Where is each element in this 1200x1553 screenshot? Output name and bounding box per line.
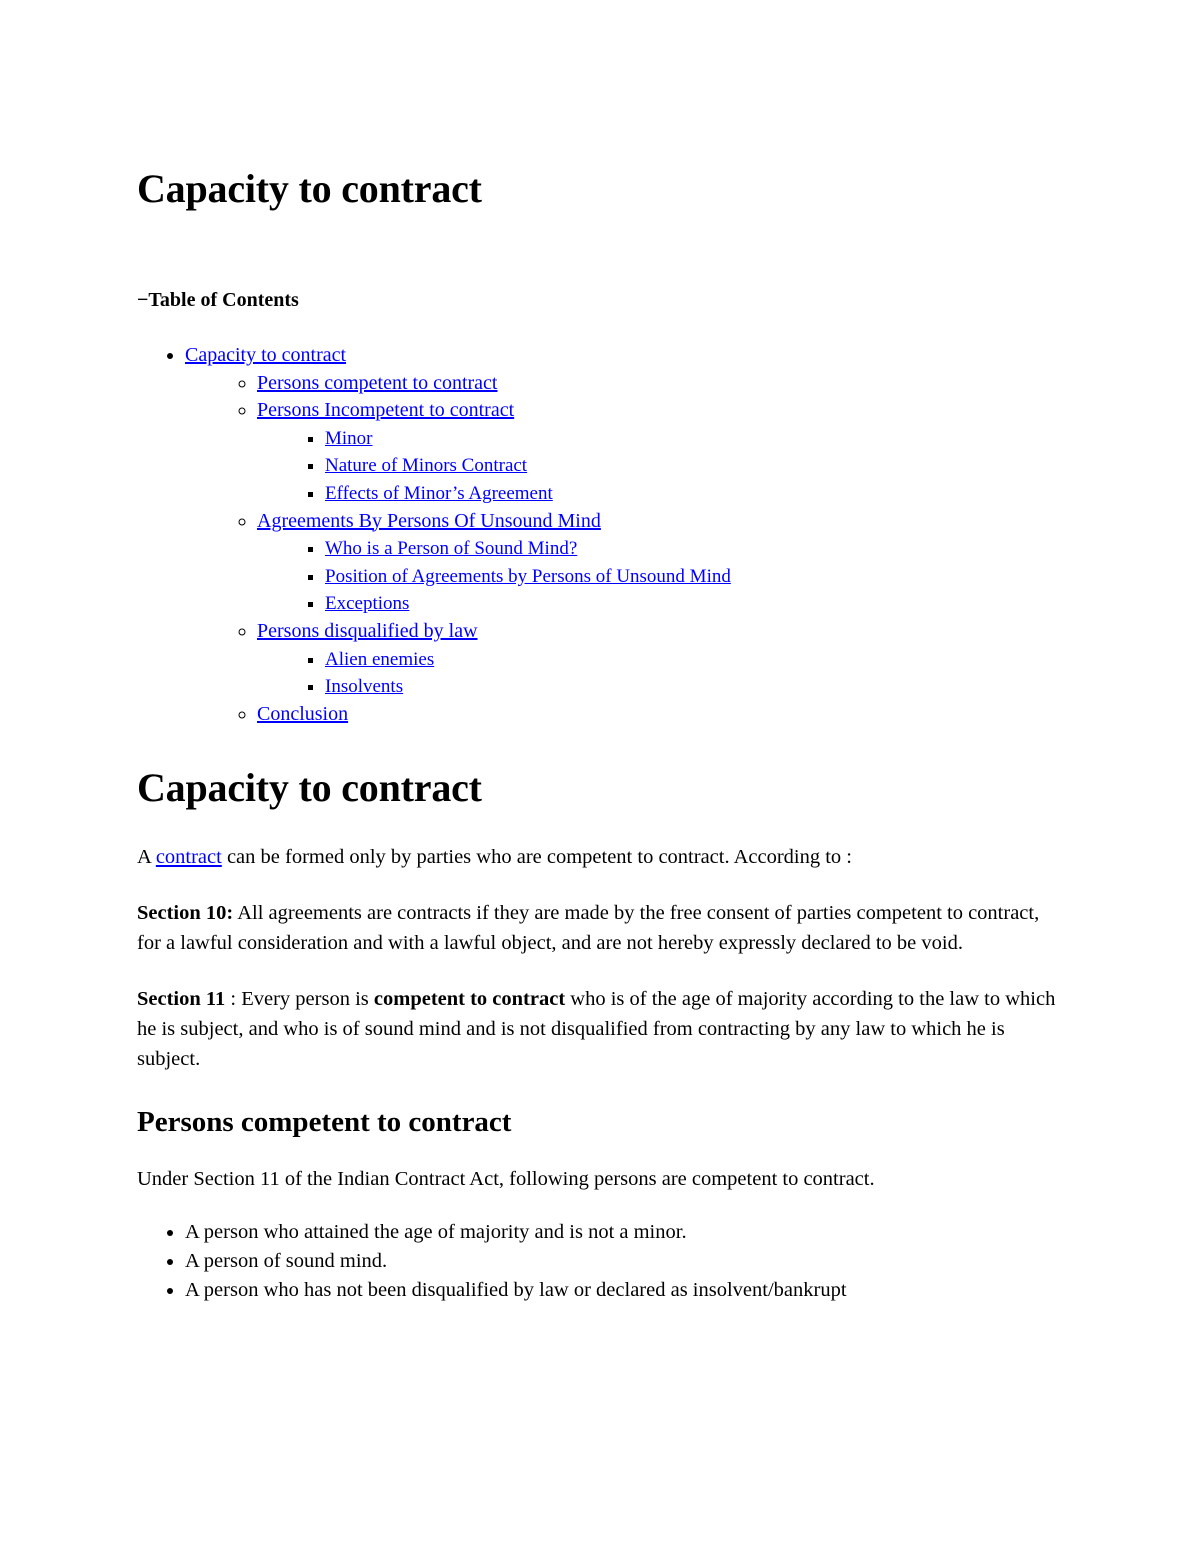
page-title: Capacity to contract — [137, 166, 482, 211]
competent-persons-list: A person who attained the age of majorit… — [137, 1194, 1062, 1305]
document-content: Capacity to contract −Table of Contents … — [137, 0, 1062, 1305]
section-heading-persons-competent-to-contract: Persons competent to contract — [137, 1106, 512, 1139]
intro-text-before-link: A — [137, 846, 156, 869]
toc-level-3-list-disqualified: Alien enemies Insolvents — [257, 646, 1062, 701]
toc-item-agreements-by-persons-of-unsound-mind: Agreements By Persons Of Unsound Mind Wh… — [257, 508, 1062, 618]
section-10-text: All agreements are contracts if they are… — [137, 902, 1040, 955]
section-10-label: Section 10: — [137, 902, 234, 925]
toc-item-position-of-agreements-by-persons-of-unsound-mind: Position of Agreements by Persons of Uns… — [325, 563, 1062, 591]
toc-link-who-is-a-person-of-sound-mind[interactable]: Who is a Person of Sound Mind? — [325, 538, 577, 559]
toc-item-effects-of-minors-agreement: Effects of Minor’s Agreement — [325, 480, 1062, 508]
toc-link-conclusion[interactable]: Conclusion — [257, 703, 348, 725]
toc-item-persons-disqualified-by-law: Persons disqualified by law Alien enemie… — [257, 618, 1062, 701]
toc-item-persons-incompetent-to-contract: Persons Incompetent to contract Minor Na… — [257, 397, 1062, 507]
toc-level-2-list: Persons competent to contract Persons In… — [185, 370, 1062, 729]
paragraph-competent-intro: Under Section 11 of the Indian Contract … — [137, 1167, 875, 1190]
toc-heading-label: Table of Contents — [148, 289, 299, 311]
toc-collapse-toggle-icon[interactable]: − — [137, 288, 148, 312]
intro-text-after-link: can be formed only by parties who are co… — [221, 846, 852, 869]
section-11-emphasis: competent to contract — [373, 988, 566, 1011]
toc-item-persons-competent-to-contract: Persons competent to contract — [257, 370, 1062, 398]
toc-link-exceptions[interactable]: Exceptions — [325, 593, 409, 614]
toc-item-capacity-to-contract: Capacity to contract Persons competent t… — [185, 342, 1062, 728]
section-heading-capacity-to-contract: Capacity to contract — [137, 765, 482, 811]
paragraph-section-11: Section 11 : Every person is competent t… — [137, 958, 1062, 1074]
toc-item-nature-of-minors-contract: Nature of Minors Contract — [325, 452, 1062, 480]
toc-item-exceptions: Exceptions — [325, 590, 1062, 618]
toc-link-alien-enemies[interactable]: Alien enemies — [325, 649, 434, 670]
toc-link-nature-of-minors-contract[interactable]: Nature of Minors Contract — [325, 455, 527, 476]
list-item: A person who has not been disqualified b… — [185, 1276, 1062, 1305]
toc-item-insolvents: Insolvents — [325, 673, 1062, 701]
list-item: A person of sound mind. — [185, 1247, 1062, 1276]
toc-link-insolvents[interactable]: Insolvents — [325, 676, 403, 697]
inline-link-contract[interactable]: contract — [156, 846, 222, 868]
paragraph-section-10: Section 10: All agreements are contracts… — [137, 872, 1062, 958]
toc-level-1-list: Capacity to contract Persons competent t… — [137, 312, 1062, 728]
document-page: Capacity to contract −Table of Contents … — [0, 0, 1200, 1553]
section-11-label: Section 11 — [137, 988, 226, 1011]
toc-item-alien-enemies: Alien enemies — [325, 646, 1062, 674]
toc-link-persons-disqualified-by-law[interactable]: Persons disqualified by law — [257, 620, 478, 642]
toc-link-agreements-by-persons-of-unsound-mind[interactable]: Agreements By Persons Of Unsound Mind — [257, 510, 601, 532]
toc-link-position-of-agreements-by-persons-of-unsound-mind[interactable]: Position of Agreements by Persons of Uns… — [325, 566, 731, 587]
toc-link-persons-incompetent-to-contract[interactable]: Persons Incompetent to contract — [257, 399, 514, 421]
toc-link-minor[interactable]: Minor — [325, 428, 373, 449]
toc-level-3-list-unsound-mind: Who is a Person of Sound Mind? Position … — [257, 535, 1062, 618]
toc-link-capacity-to-contract[interactable]: Capacity to contract — [185, 344, 346, 366]
toc-link-effects-of-minors-agreement[interactable]: Effects of Minor’s Agreement — [325, 483, 553, 504]
toc-item-who-is-a-person-of-sound-mind: Who is a Person of Sound Mind? — [325, 535, 1062, 563]
section-11-lead: : Every person is — [225, 988, 374, 1011]
toc-link-persons-competent-to-contract[interactable]: Persons competent to contract — [257, 372, 498, 394]
table-of-contents-header: −Table of Contents — [137, 210, 1062, 312]
toc-level-3-list-incompetent: Minor Nature of Minors Contract Effects … — [257, 425, 1062, 508]
list-item: A person who attained the age of majorit… — [185, 1218, 1062, 1247]
toc-item-minor: Minor — [325, 425, 1062, 453]
toc-item-conclusion: Conclusion — [257, 701, 1062, 729]
paragraph-intro: A contract can be formed only by parties… — [137, 810, 1062, 872]
